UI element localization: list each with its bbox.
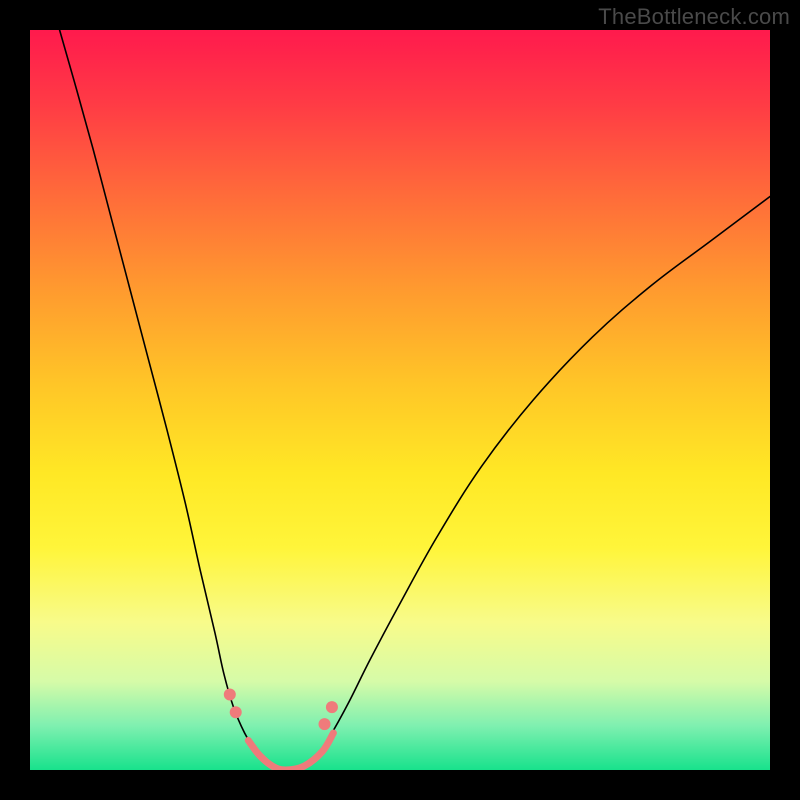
dot-left-upper [224,689,236,701]
dot-left-lower [230,706,242,718]
dot-right-lower [319,718,331,730]
dot-right-upper [326,701,338,713]
curve-right [317,197,770,756]
chart-svg [30,30,770,770]
watermark-text: TheBottleneck.com [598,4,790,30]
curve-left [60,30,266,763]
chart-frame: TheBottleneck.com [0,0,800,800]
accent-line [248,733,333,770]
plot-area [30,30,770,770]
